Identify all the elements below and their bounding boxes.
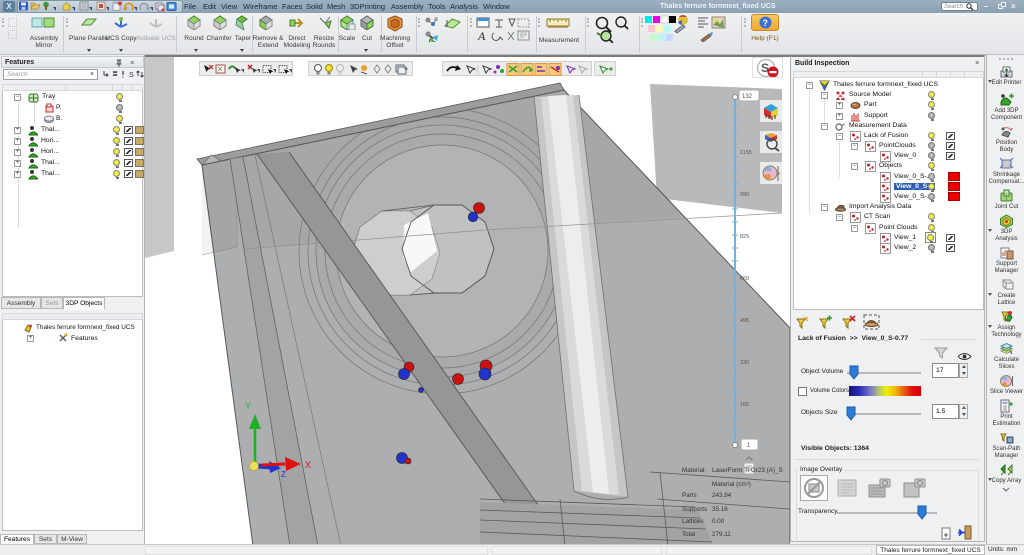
svg-text:243.94: 243.94 [712,492,732,499]
svg-text:660: 660 [740,276,749,282]
svg-text:495: 495 [740,318,749,324]
svg-text:LaserForm Ti Gr23 (A)_S: LaserForm Ti Gr23 (A)_S [712,467,783,474]
svg-text:132: 132 [742,94,753,100]
svg-text:825: 825 [740,234,749,240]
svg-text:Material (cm³): Material (cm³) [712,481,751,488]
svg-text:X: X [305,460,311,470]
svg-text:?: ? [763,18,769,28]
svg-text:Parts: Parts [682,492,697,499]
svg-text:Lattices: Lattices [682,518,704,525]
svg-text:Supports: Supports [682,506,707,513]
svg-text:279.11: 279.11 [712,531,731,538]
svg-text:330: 330 [740,360,749,366]
svg-text:S: S [129,72,134,79]
svg-text:Z: Z [281,470,286,479]
svg-text:Y: Y [245,401,251,411]
svg-text:0.00: 0.00 [712,518,725,525]
svg-text:990: 990 [740,192,749,198]
svg-text:Total: Total [682,531,695,538]
svg-text:35.16: 35.16 [712,506,728,513]
svg-text:165: 165 [740,402,749,408]
svg-text:A: A [477,29,486,42]
svg-text:1155: 1155 [740,150,752,156]
svg-text:Material:: Material: [682,467,706,474]
